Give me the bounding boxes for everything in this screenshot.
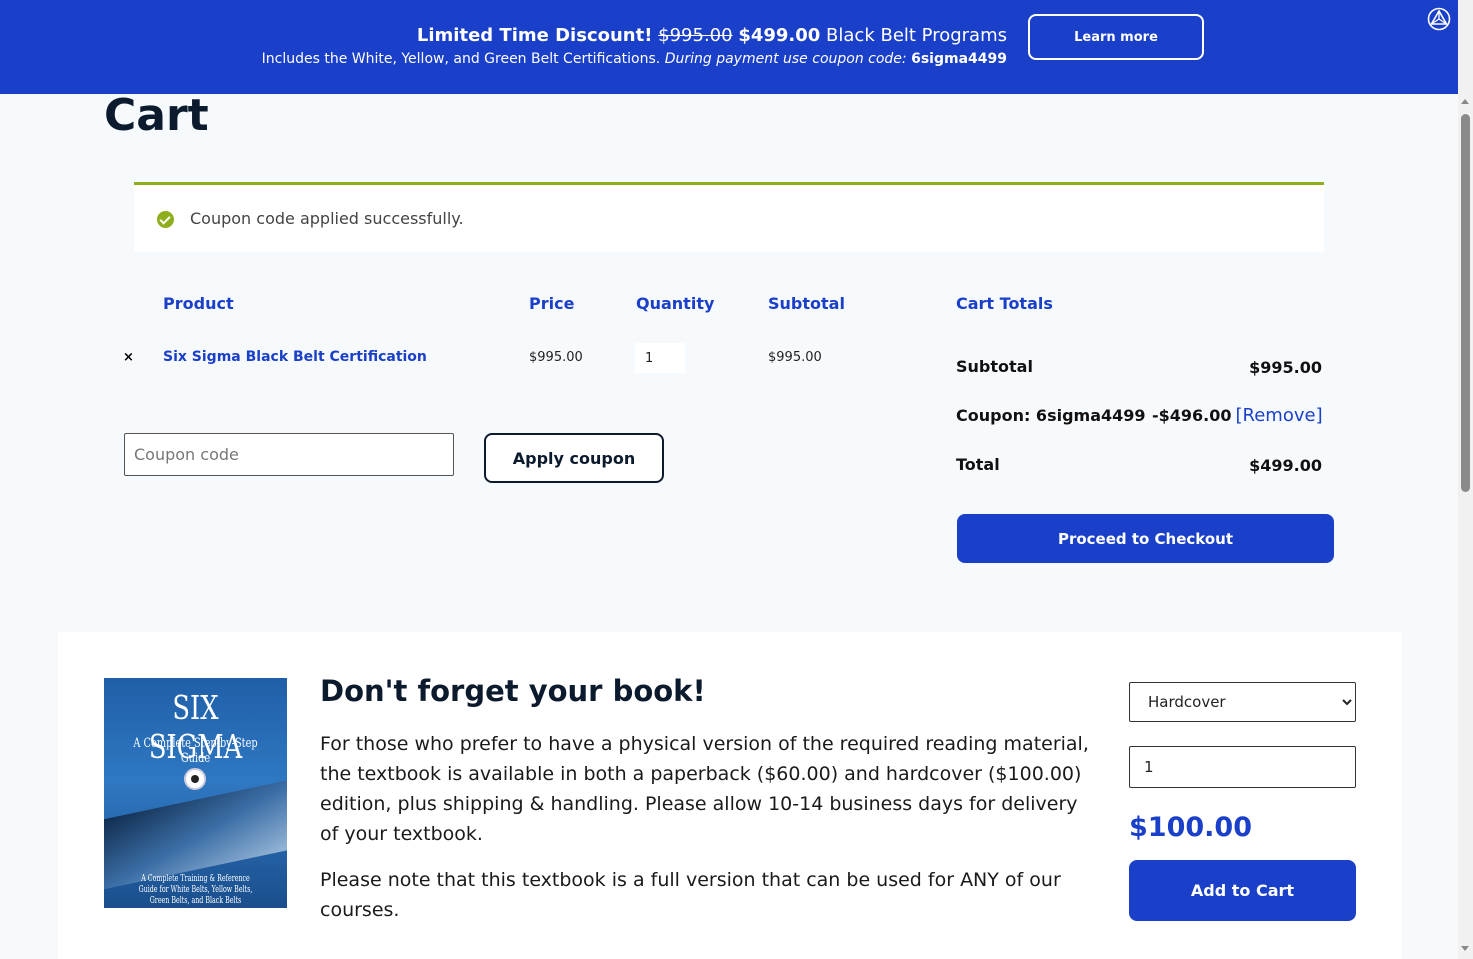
banner-new-price: $499.00 — [738, 25, 821, 46]
book-heading: Don't forget your book! — [320, 674, 706, 708]
subtotal-value: $995.00 — [1249, 358, 1322, 377]
scroll-up-arrow-icon[interactable] — [1461, 99, 1469, 104]
banner-includes: Includes the White, Yellow, and Green Be… — [261, 51, 661, 67]
book-note: Please note that this textbook is a full… — [320, 869, 1061, 921]
book-upsell-section: SIX SIGMA A Complete Step-by-Step Guide … — [58, 632, 1402, 959]
apply-coupon-button[interactable]: Apply coupon — [484, 433, 664, 483]
page-title: Cart — [104, 90, 209, 141]
banner-program: Black Belt Programs — [826, 25, 1007, 46]
remove-coupon-link[interactable]: [Remove] — [1236, 405, 1323, 426]
coupon-discount-value: -$496.00 — [1152, 406, 1232, 425]
banner-text: Limited Time Discount! $995.00 $499.00 B… — [200, 24, 1007, 68]
row-subtotal: $995.00 — [768, 350, 822, 365]
seal-icon — [184, 768, 206, 790]
header-product: Product — [163, 294, 234, 313]
cover-footer: A Complete Training & Reference Guide fo… — [138, 874, 253, 906]
coupon-code-input[interactable] — [124, 433, 454, 476]
success-notice: Coupon code applied successfully. — [134, 182, 1324, 252]
book-cover-image: SIX SIGMA A Complete Step-by-Step Guide … — [104, 678, 287, 908]
header-subtotal: Subtotal — [768, 294, 845, 313]
coupon-discount: -$496.00 [Remove] — [1152, 405, 1323, 426]
promo-banner: Limited Time Discount! $995.00 $499.00 B… — [0, 0, 1458, 94]
product-link[interactable]: Six Sigma Black Belt Certification — [163, 349, 427, 365]
banner-headline: Limited Time Discount! $995.00 $499.00 B… — [200, 24, 1007, 48]
quantity-input[interactable] — [635, 343, 685, 373]
coupon-label: Coupon: 6sigma4499 — [956, 406, 1146, 425]
header-price: Price — [529, 294, 575, 313]
page-scrollbar[interactable] — [1458, 0, 1473, 959]
learn-more-button[interactable]: Learn more — [1028, 14, 1204, 60]
cart-totals-title: Cart Totals — [956, 294, 1053, 313]
total-label: Total — [956, 455, 1000, 474]
notice-message: Coupon code applied successfully. — [190, 209, 464, 228]
row-price: $995.00 — [529, 350, 583, 365]
proceed-to-checkout-button[interactable]: Proceed to Checkout — [957, 514, 1334, 563]
banner-coupon-code: 6sigma4499 — [911, 51, 1007, 67]
subtotal-label: Subtotal — [956, 357, 1033, 376]
total-value: $499.00 — [1249, 456, 1322, 475]
banner-payment-note: During payment use coupon code: — [664, 51, 907, 67]
header-quantity: Quantity — [636, 294, 715, 313]
book-quantity-input[interactable] — [1129, 746, 1356, 788]
add-to-cart-button[interactable]: Add to Cart — [1129, 860, 1356, 921]
banner-old-price: $995.00 — [658, 25, 733, 46]
book-description: For those who prefer to have a physical … — [320, 733, 1089, 845]
close-icon[interactable]: × — [123, 350, 134, 365]
scroll-thumb[interactable] — [1461, 114, 1470, 492]
book-price: $100.00 — [1129, 812, 1252, 843]
banner-headline-bold: Limited Time Discount! — [416, 25, 653, 46]
triangle-logo-icon[interactable] — [1427, 7, 1451, 31]
banner-subline: Includes the White, Yellow, and Green Be… — [200, 50, 1007, 68]
book-format-select[interactable]: Hardcover — [1129, 682, 1356, 722]
scroll-down-arrow-icon[interactable] — [1461, 946, 1469, 951]
check-circle-icon — [157, 211, 174, 228]
cover-subtitle: A Complete Step-by-Step Guide — [133, 736, 258, 766]
